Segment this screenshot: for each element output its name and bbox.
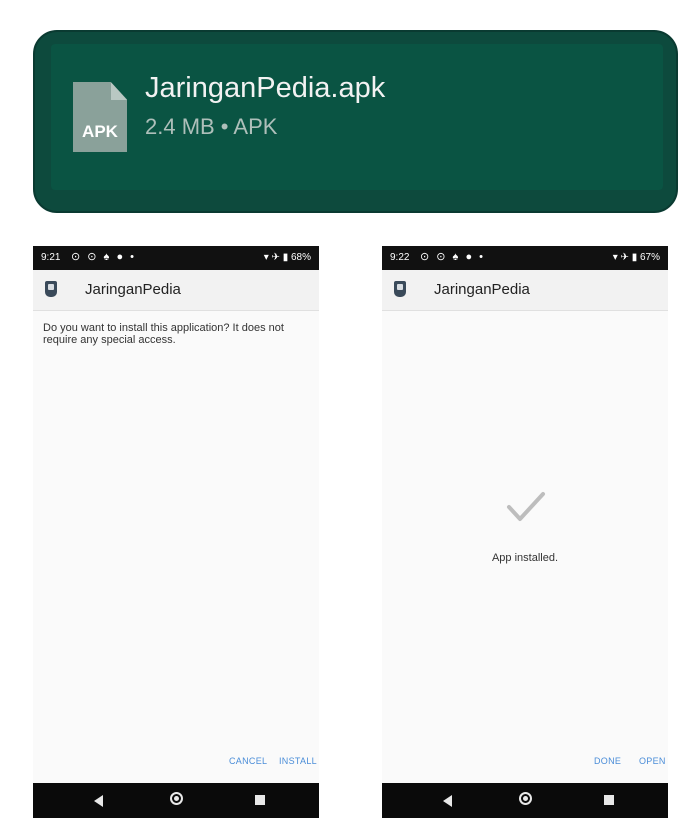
status-bar: 9:22 ⊙ ⊙ ♠ ● • ▾ ✈ ▮ 67% <box>382 246 668 270</box>
back-triangle-icon[interactable] <box>443 795 452 807</box>
checkmark-icon <box>507 492 545 521</box>
notification-icons: ⊙ ⊙ ♠ ● • <box>71 251 136 263</box>
status-battery: ▾ ✈ ▮ 67% <box>612 252 660 263</box>
download-item[interactable]: APK JaringanPedia.apk 2.4 MB • APK <box>51 44 663 190</box>
recent-square-icon[interactable] <box>255 795 265 805</box>
download-filename: JaringanPedia.apk <box>145 72 386 104</box>
app-icon <box>45 281 57 297</box>
cancel-button[interactable]: CANCEL <box>229 756 267 766</box>
recent-square-icon[interactable] <box>604 795 614 805</box>
app-bar: JaringanPedia <box>33 270 319 311</box>
status-bar: 9:21 ⊙ ⊙ ♠ ● • ▾ ✈ ▮ 68% <box>33 246 319 270</box>
done-button[interactable]: DONE <box>594 756 621 766</box>
app-title: JaringanPedia <box>434 281 530 298</box>
home-circle-icon[interactable] <box>519 792 532 805</box>
open-button[interactable]: OPEN <box>639 756 666 766</box>
status-battery: ▾ ✈ ▮ 68% <box>263 252 311 263</box>
install-prompt-screen: 9:21 ⊙ ⊙ ♠ ● • ▾ ✈ ▮ 68% JaringanPedia D… <box>33 246 319 818</box>
file-extension-label: APK <box>82 122 118 141</box>
home-circle-icon[interactable] <box>170 792 183 805</box>
installed-message: App installed. <box>491 552 559 564</box>
install-prompt-text: Do you want to install this application?… <box>43 322 284 346</box>
install-button[interactable]: INSTALL <box>279 756 317 766</box>
nav-bar <box>33 783 319 818</box>
nav-bar <box>382 783 668 818</box>
file-fold <box>111 82 127 100</box>
status-time: 9:22 <box>390 252 410 263</box>
back-triangle-icon[interactable] <box>94 795 103 807</box>
apk-file-icon: APK <box>73 82 127 152</box>
status-time: 9:21 <box>41 252 61 263</box>
download-meta: 2.4 MB • APK <box>145 114 278 139</box>
app-icon <box>394 281 406 297</box>
app-title: JaringanPedia <box>85 281 181 298</box>
download-notification[interactable]: APK JaringanPedia.apk 2.4 MB • APK <box>33 30 678 213</box>
app-bar: JaringanPedia <box>382 270 668 311</box>
app-installed-screen: 9:22 ⊙ ⊙ ♠ ● • ▾ ✈ ▮ 67% JaringanPedia A… <box>382 246 668 818</box>
notification-icons: ⊙ ⊙ ♠ ● • <box>420 251 485 263</box>
